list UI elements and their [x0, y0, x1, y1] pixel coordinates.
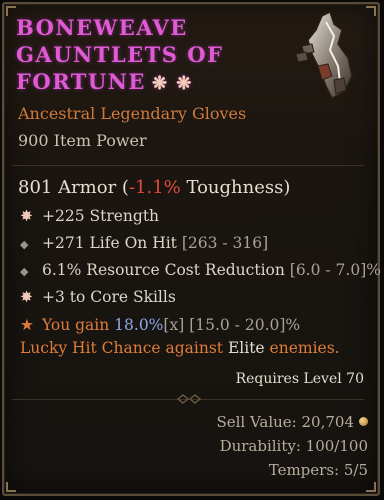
diamond-icon: ◆ — [20, 238, 29, 251]
item-name: BONEWEAVE GAUNTLETS OF FORTUNE ❋ ❋ — [16, 14, 266, 97]
starburst-icon: ✸ — [20, 288, 33, 306]
affix-resource-cost: ◆ 6.1% Resource Cost Reduction [6.0 - 7.0… — [20, 261, 381, 279]
corner-ornament — [6, 6, 16, 16]
durability: Durability: 100/100 — [219, 437, 368, 455]
item-type: Ancestral Legendary Gloves — [18, 104, 247, 123]
divider-ornament-icon — [176, 394, 202, 404]
level-requirement: Requires Level 70 — [235, 371, 364, 387]
corner-ornament — [366, 482, 376, 492]
corner-ornament — [366, 6, 376, 16]
item-power: 900 Item Power — [18, 131, 147, 150]
corner-ornament — [6, 482, 16, 492]
item-name-line-2: GAUNTLETS OF — [16, 42, 224, 67]
legendary-aspect: ★ You gain 18.0%[x] [15.0 - 20.0]% Lucky … — [20, 316, 340, 357]
gold-coin-icon — [359, 417, 368, 426]
star-icon: ★ — [20, 316, 34, 334]
toughness-change: -1.1% — [128, 177, 181, 198]
armor-stat: 801 Armor (-1.1% Toughness) — [18, 177, 291, 198]
starburst-icon: ✸ — [20, 207, 33, 225]
diamond-icon: ◆ — [20, 265, 29, 278]
item-name-line-1: BONEWEAVE — [16, 15, 188, 40]
gauntlet-icon — [295, 10, 353, 100]
affix-strength: ✸ +225 Strength — [20, 207, 160, 225]
affix-life-on-hit: ◆ +271 Life On Hit [263 - 316] — [20, 234, 269, 252]
aspect-roll: 18.0% — [114, 316, 164, 334]
sell-value: Sell Value: 20,704 — [216, 413, 368, 431]
legendary-marks-icon: ❋ ❋ — [151, 73, 193, 94]
item-name-line-3: FORTUNE — [16, 69, 146, 94]
tempers: Tempers: 5/5 — [268, 461, 368, 479]
divider — [12, 165, 364, 166]
affix-core-skills: ✸ +3 to Core Skills — [20, 288, 176, 306]
